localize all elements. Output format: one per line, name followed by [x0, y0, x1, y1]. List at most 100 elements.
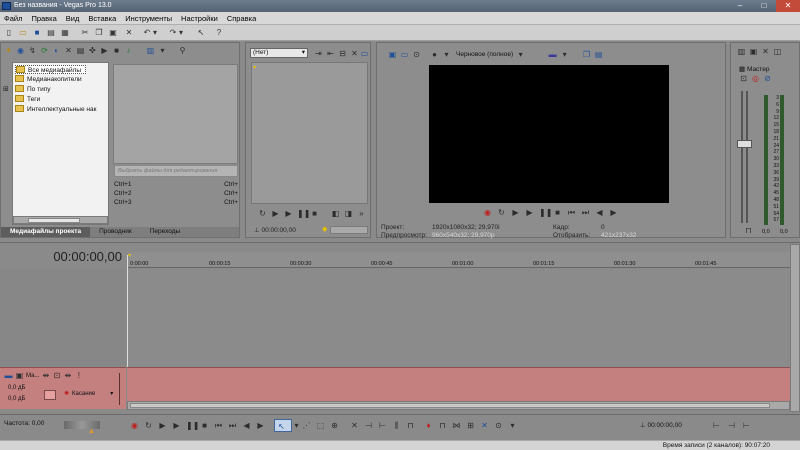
record-icon[interactable]: ◉: [130, 421, 139, 430]
selection-end-icon[interactable]: ⊣: [727, 421, 736, 430]
split-screen-icon[interactable]: ●: [430, 50, 439, 59]
menu-options[interactable]: Настройки: [181, 14, 218, 23]
power-icon[interactable]: ◎: [751, 74, 760, 83]
solo-icon[interactable]: !: [74, 371, 83, 380]
selection-tool-icon[interactable]: ⬚: [316, 421, 325, 430]
snap-icon[interactable]: ⊞: [466, 421, 475, 430]
maximize-button[interactable]: □: [752, 0, 776, 12]
timeline-empty-area[interactable]: [127, 269, 790, 366]
mute-icon[interactable]: ⇹: [63, 371, 72, 380]
trim-end-icon[interactable]: ⊢: [378, 421, 387, 430]
redo-icon[interactable]: ↷: [168, 28, 178, 38]
automation-mode[interactable]: ✺ Касание ▾: [64, 390, 113, 398]
redo-dropdown-icon[interactable]: ▾: [178, 28, 184, 38]
monitor-icon[interactable]: ▭: [360, 49, 369, 58]
stop-icon[interactable]: ■: [112, 46, 121, 55]
next-frame-icon[interactable]: ▶: [609, 208, 618, 217]
settings-icon[interactable]: ◫: [773, 47, 782, 56]
tree-item-all-media[interactable]: Все медиафайлы: [15, 65, 87, 74]
add-to-timeline-icon[interactable]: ⇥: [314, 49, 323, 58]
time-ruler[interactable]: ▾ 0:00:00 00:00:15 00:00:30 00:00:45 00:…: [128, 252, 790, 268]
search-icon[interactable]: ⚲: [178, 46, 187, 55]
menu-edit[interactable]: Правка: [31, 14, 56, 23]
menu-file[interactable]: Файл: [4, 14, 22, 23]
automation-icon[interactable]: ⇹: [41, 371, 50, 380]
lock-icon[interactable]: ⊓: [406, 421, 415, 430]
insert-fx-icon[interactable]: ⊘: [763, 74, 772, 83]
tree-item-media-storage[interactable]: Медианакопители: [15, 75, 82, 84]
tree-item-tags[interactable]: Теги: [15, 95, 40, 104]
loop-icon[interactable]: ↻: [144, 421, 153, 430]
save-snapshot-icon[interactable]: ▤: [594, 50, 603, 59]
overlays-icon[interactable]: ▬: [548, 50, 557, 59]
stop-icon[interactable]: ■: [310, 209, 319, 218]
auto-crossfade-icon[interactable]: ⊙: [494, 421, 503, 430]
lock-icon[interactable]: ⊓: [744, 226, 753, 235]
paste-icon[interactable]: ▣: [108, 28, 118, 38]
auto-preview-icon[interactable]: ♪: [124, 46, 133, 55]
minimize-button[interactable]: –: [728, 0, 752, 12]
next-frame-icon[interactable]: ▶: [256, 421, 265, 430]
open-icon[interactable]: ▭: [18, 28, 28, 38]
marker-icon[interactable]: ♦: [424, 421, 433, 430]
prev-frame-icon[interactable]: ◧: [331, 209, 340, 218]
ripple-icon[interactable]: ⋈: [452, 421, 461, 430]
record-icon[interactable]: ◉: [483, 208, 492, 217]
tab-explorer[interactable]: Проводник: [90, 227, 141, 237]
zoom-tool-icon[interactable]: ⊕: [330, 421, 339, 430]
stop-icon[interactable]: ■: [553, 208, 562, 217]
scrollbar-thumb[interactable]: [28, 218, 80, 223]
new-icon[interactable]: ▯: [4, 28, 14, 38]
media-search-field[interactable]: Выбрать файлы для редактирования: [114, 165, 238, 177]
track-name[interactable]: Ма...: [26, 373, 39, 379]
what-is-this-icon[interactable]: ?: [214, 28, 224, 38]
preview-quality-select[interactable]: Черновое (полное): [456, 51, 513, 58]
crossfade-icon[interactable]: ✕: [480, 421, 489, 430]
trimmer-source-select[interactable]: (Нет) ▾: [250, 48, 308, 58]
import-media-icon[interactable]: ✦: [4, 46, 13, 55]
timeline-vertical-scrollbar[interactable]: [790, 244, 800, 412]
properties-icon[interactable]: ▤: [46, 28, 56, 38]
go-to-start-icon[interactable]: ⏮: [214, 421, 223, 430]
envelope-tool-icon[interactable]: ⋰: [302, 421, 311, 430]
play-icon[interactable]: ▶: [100, 46, 109, 55]
trim-start-icon[interactable]: ⊣: [364, 421, 373, 430]
trimmer-view[interactable]: ▾: [251, 62, 368, 204]
external-monitor-icon[interactable]: ▭: [400, 50, 409, 59]
effects-icon[interactable]: ⊙: [412, 50, 421, 59]
region-icon[interactable]: ⊓: [438, 421, 447, 430]
add-insert-icon[interactable]: ⇤: [326, 49, 335, 58]
tree-item-by-type[interactable]: По типу: [15, 85, 50, 94]
more-icon[interactable]: »: [357, 209, 366, 218]
splitter[interactable]: [0, 242, 800, 243]
shortcut-row[interactable]: Ctrl+2 Ctrl+: [114, 190, 238, 199]
chevron-down-icon[interactable]: ▾: [560, 50, 569, 59]
selection-length-icon[interactable]: ⊢: [742, 421, 751, 430]
fx-icon[interactable]: ⊡: [52, 371, 61, 380]
menu-insert[interactable]: Вставка: [88, 14, 116, 23]
refresh-icon[interactable]: ⟳: [40, 46, 49, 55]
views-icon[interactable]: ▥: [146, 46, 155, 55]
close-button[interactable]: ✕: [776, 0, 800, 12]
close-trimmer-icon[interactable]: ✕: [350, 49, 359, 58]
properties-icon[interactable]: ▤: [76, 46, 85, 55]
menu-view[interactable]: Вид: [66, 14, 80, 23]
undo-icon[interactable]: ↶: [142, 28, 152, 38]
chevron-down-icon[interactable]: ▾: [292, 421, 301, 430]
menu-tools[interactable]: Инструменты: [125, 14, 172, 23]
play-icon[interactable]: ▶: [284, 209, 293, 218]
pause-icon[interactable]: ❚❚: [297, 209, 310, 218]
loop-icon[interactable]: ↻: [258, 209, 267, 218]
mute-icon[interactable]: ▣: [749, 47, 758, 56]
tab-transitions[interactable]: Переходы: [141, 227, 190, 237]
solo-icon[interactable]: ✕: [761, 47, 770, 56]
selection-start-icon[interactable]: ⊢: [712, 421, 721, 430]
split-icon[interactable]: ⫼: [392, 421, 401, 430]
edit-tool-icon[interactable]: ↖: [196, 28, 206, 38]
loop-icon[interactable]: ↻: [497, 208, 506, 217]
bus-icon[interactable]: ▥: [737, 47, 746, 56]
copy-icon[interactable]: ❐: [94, 28, 104, 38]
delete-icon[interactable]: ✕: [124, 28, 134, 38]
undo-dropdown-icon[interactable]: ▾: [152, 28, 158, 38]
track-resize[interactable]: [119, 373, 120, 405]
